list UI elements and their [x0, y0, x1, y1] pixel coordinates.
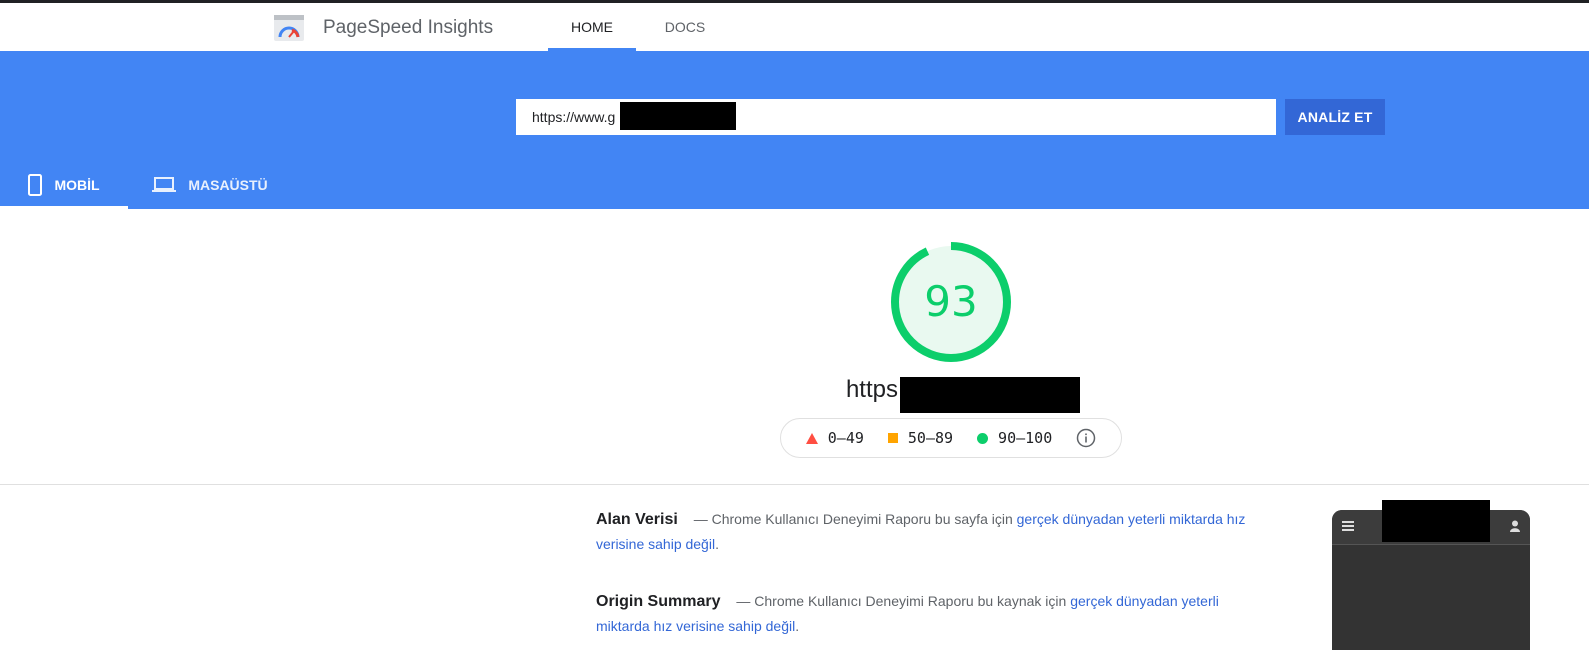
field-data-section: Alan Verisi — Chrome Kullanıcı Deneyimi …: [596, 507, 1246, 557]
tab-desktop[interactable]: MASAÜSTÜ: [150, 161, 270, 209]
origin-summary-end: .: [795, 618, 800, 634]
search-hero: ANALİZ ET MOBİL MASAÜSTÜ: [0, 51, 1589, 209]
analyze-button[interactable]: ANALİZ ET: [1285, 99, 1385, 135]
legend-label-pass: 90–100: [998, 429, 1053, 447]
origin-summary-title: Origin Summary: [596, 593, 721, 610]
triangle-icon: [805, 432, 818, 444]
info-icon[interactable]: [1076, 428, 1096, 448]
square-icon: [887, 433, 898, 443]
nav-tab-docs[interactable]: DOCS: [660, 3, 710, 51]
origin-summary-section: Origin Summary — Chrome Kullanıcı Deneyi…: [596, 589, 1246, 639]
score-value: 93: [924, 277, 978, 326]
preview-redaction-block: [1382, 500, 1490, 542]
laptop-icon: [152, 177, 177, 192]
tab-mobile-label: MOBİL: [54, 177, 100, 193]
field-data-end: .: [715, 536, 719, 552]
menu-icon: [1342, 521, 1354, 531]
legend-label-average: 50–89: [907, 429, 954, 447]
section-divider: [0, 484, 1589, 485]
tab-desktop-label: MASAÜSTÜ: [188, 177, 268, 193]
tab-mobile[interactable]: MOBİL: [0, 161, 128, 209]
url-redaction-block: [900, 377, 1080, 413]
origin-summary-text: — Chrome Kullanıcı Deneyimi Raporu bu ka…: [736, 593, 1067, 609]
field-data-title: Alan Verisi: [596, 511, 678, 528]
field-data-text: — Chrome Kullanıcı Deneyimi Raporu bu sa…: [693, 511, 1013, 527]
phone-icon: [28, 174, 43, 196]
brand-title: PageSpeed Insights: [323, 17, 494, 38]
legend-item-fail: 0–49: [805, 429, 864, 447]
legend-item-pass: 90–100: [977, 429, 1052, 447]
circle-icon: [977, 432, 989, 444]
redaction-block: [620, 102, 736, 130]
legend-item-average: 50–89: [887, 429, 954, 447]
legend-label-fail: 0–49: [827, 429, 864, 447]
score-legend: 0–49 50–89 90–100: [780, 418, 1122, 458]
top-header: PageSpeed Insights HOME DOCS: [0, 3, 1589, 51]
pagespeed-logo-icon: [274, 15, 304, 41]
nav-tab-home[interactable]: HOME: [548, 3, 636, 51]
user-icon: [1510, 520, 1520, 532]
